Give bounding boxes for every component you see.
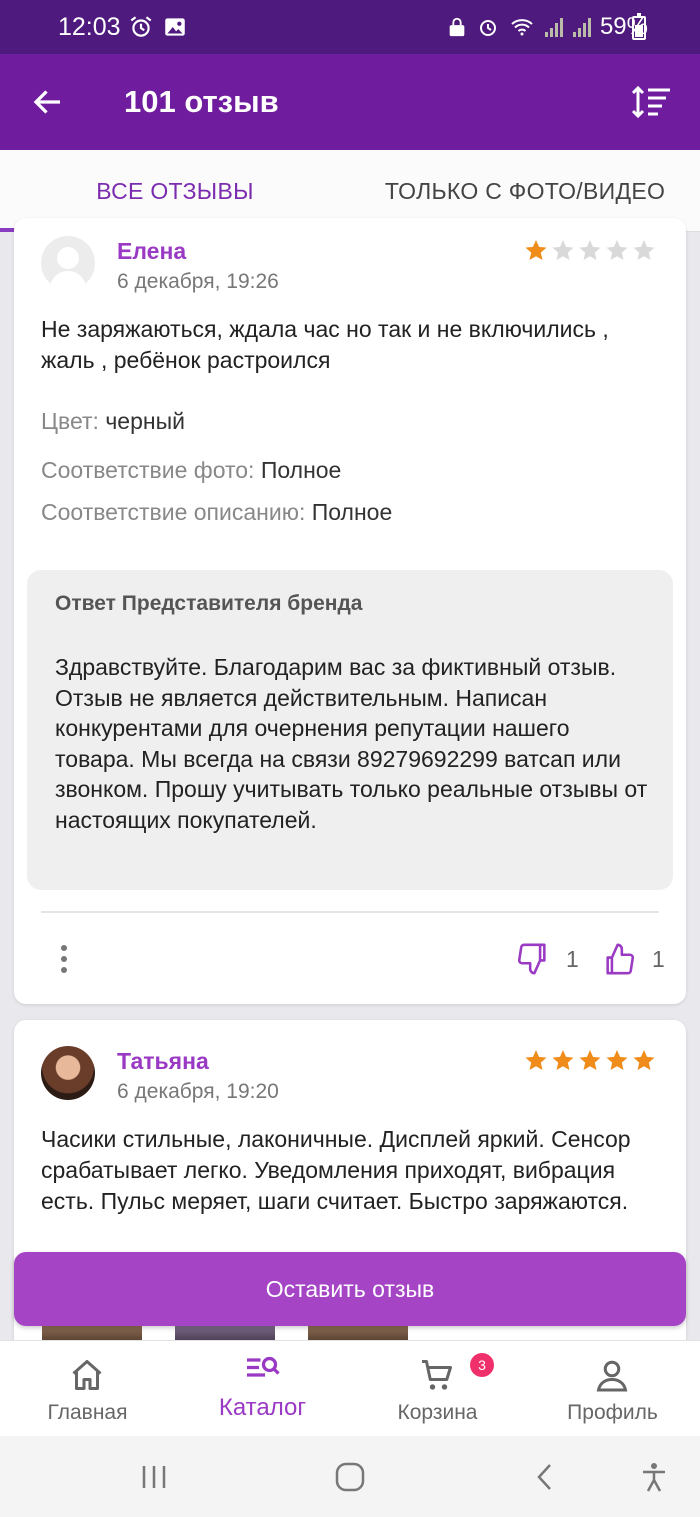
review-author[interactable]: Татьяна (117, 1048, 209, 1075)
nav-cart[interactable]: 3 Корзина (350, 1341, 525, 1437)
avatar (41, 236, 95, 290)
reply-title: Ответ Представителя бренда (55, 592, 363, 615)
home-button-icon[interactable] (334, 1462, 366, 1492)
review-text: Часики стильные, лаконичные. Дисплей ярк… (41, 1126, 631, 1214)
divider (41, 911, 659, 913)
signal-icon (572, 18, 591, 37)
star-filled-icon (525, 240, 547, 260)
leave-review-button[interactable]: Оставить отзыв (14, 1252, 686, 1326)
star-empty-icon (579, 240, 601, 260)
like-count: 1 (652, 945, 665, 972)
user-placeholder-icon (49, 247, 87, 290)
rating-stars (524, 238, 656, 262)
star-empty-icon (633, 240, 655, 260)
prop-label: Соответствие фото: (41, 457, 255, 483)
image-icon (165, 18, 185, 36)
nav-profile[interactable]: Профиль (525, 1341, 700, 1437)
status-time: 12:03 (58, 13, 121, 41)
app-bar: 101 отзыв (0, 54, 700, 150)
alarm-icon (130, 16, 152, 37)
prop-label: Соответствие описанию: (41, 499, 306, 525)
bottom-nav: Главная Каталог 3 Корзина Профиль (0, 1340, 700, 1436)
system-nav-bar (0, 1436, 700, 1517)
star-filled-icon (552, 1050, 574, 1070)
avatar (41, 1046, 95, 1100)
profile-icon (596, 1360, 628, 1392)
prop-value: черный (105, 408, 185, 434)
page-title: 101 отзыв (124, 84, 279, 119)
cart-icon (422, 1360, 452, 1390)
prop-description-match: Соответствие описанию: Полное (41, 499, 392, 526)
recent-apps-icon[interactable] (138, 1462, 170, 1492)
prop-label: Цвет: (41, 408, 99, 434)
wifi-icon (511, 19, 533, 36)
rating-stars (524, 1048, 656, 1072)
home-icon (72, 1360, 102, 1390)
thumbs-down-icon (517, 943, 546, 975)
like-button[interactable]: 1 (602, 942, 665, 976)
sort-icon[interactable] (632, 84, 672, 120)
prop-color: Цвет: черный (41, 408, 185, 435)
nav-label: Корзина (397, 1401, 478, 1424)
prop-photo-match: Соответствие фото: Полное (41, 457, 341, 484)
tab-photo-video[interactable]: ТОЛЬКО С ФОТО/ВИДЕО (350, 178, 700, 205)
dislike-button[interactable]: 1 (516, 942, 579, 976)
dislike-count: 1 (566, 945, 579, 972)
alarm-icon (479, 20, 496, 36)
prop-value: Полное (260, 457, 342, 483)
nav-home[interactable]: Главная (0, 1341, 175, 1437)
star-empty-icon (606, 240, 628, 260)
reply-text: Здравствуйте. Благодарим вас за фиктивны… (55, 654, 648, 833)
star-filled-icon (606, 1050, 628, 1070)
nav-label: Главная (47, 1401, 128, 1424)
brand-reply: Ответ Представителя бренда Здравствуйте.… (27, 570, 673, 890)
star-filled-icon (633, 1050, 655, 1070)
accessibility-icon[interactable] (638, 1462, 670, 1492)
review-date: 6 декабря, 19:20 (117, 1080, 279, 1103)
lock-icon (449, 17, 465, 37)
cart-badge: 3 (470, 1353, 494, 1377)
signal-icon (544, 18, 563, 37)
nav-label: Профиль (567, 1401, 658, 1424)
back-button-icon[interactable] (530, 1462, 562, 1492)
star-filled-icon (579, 1050, 601, 1070)
more-vertical-icon[interactable] (59, 944, 69, 974)
star-filled-icon (525, 1050, 547, 1070)
thumbs-up-icon (606, 943, 635, 975)
nav-catalog[interactable]: Каталог (175, 1341, 350, 1437)
review-author[interactable]: Елена (117, 238, 186, 265)
status-bar: 12:03 59% (0, 0, 700, 54)
battery-icon (632, 13, 646, 40)
back-arrow-icon[interactable] (30, 84, 66, 120)
star-empty-icon (552, 240, 574, 260)
review-date: 6 декабря, 19:26 (117, 270, 279, 293)
prop-value: Полное (311, 499, 393, 525)
catalog-search-icon (247, 1356, 280, 1377)
review-text: Не заряжаються, ждала час но так и не вк… (41, 316, 609, 373)
tab-all-reviews[interactable]: ВСЕ ОТЗЫВЫ (0, 178, 350, 205)
review-card: Елена 6 декабря, 19:26 Не заряжаються, ж… (14, 218, 686, 1004)
nav-label: Каталог (218, 1394, 307, 1421)
